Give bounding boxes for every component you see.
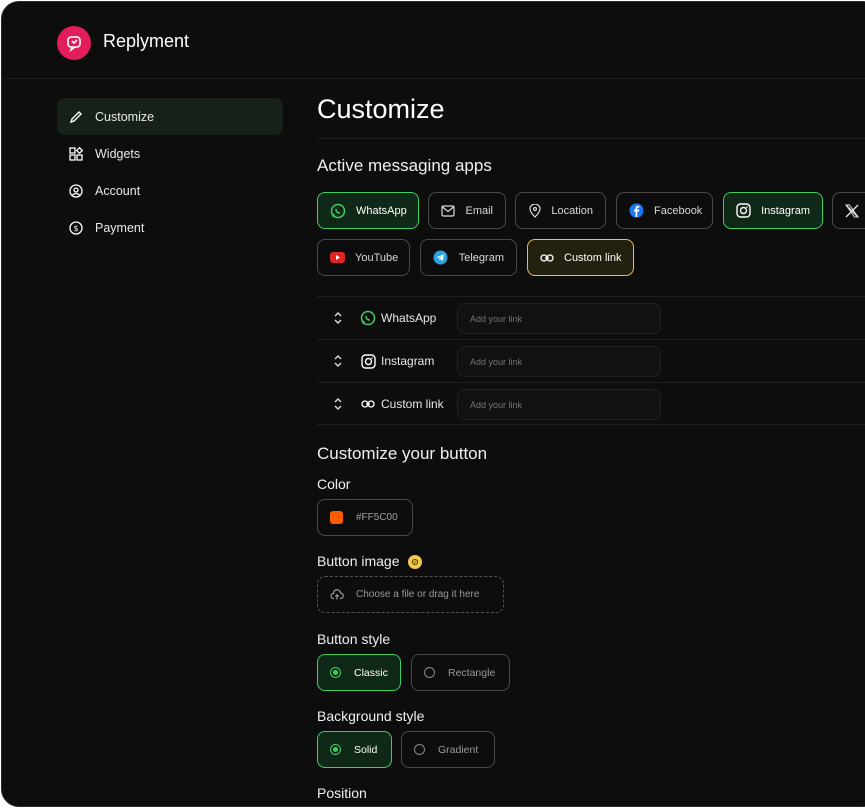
background-style-label: Background style — [317, 708, 425, 724]
instagram-link-input[interactable] — [457, 346, 661, 377]
youtube-icon — [330, 250, 345, 266]
color-picker[interactable]: #FF5C00 — [317, 499, 413, 536]
radio-indicator — [424, 667, 435, 678]
sidebar-item-label: Payment — [95, 220, 145, 235]
position-label: Position — [317, 785, 367, 801]
radio-gradient[interactable]: Gradient — [401, 731, 495, 768]
widgets-icon — [69, 146, 83, 161]
divider — [317, 138, 865, 139]
chip-email[interactable]: Email — [428, 192, 506, 229]
location-pin-icon — [528, 203, 541, 219]
chip-telegram[interactable]: Telegram — [420, 239, 517, 276]
whatsapp-icon — [330, 203, 346, 219]
sidebar-item-customize[interactable]: Customize — [57, 98, 283, 135]
svg-text:$: $ — [73, 224, 78, 233]
file-upload-dropzone[interactable]: Choose a file or drag it here — [317, 576, 504, 613]
color-swatch — [330, 511, 343, 524]
link-icon — [360, 396, 376, 412]
sidebar-item-payment[interactable]: $ Payment — [57, 209, 283, 246]
whatsapp-link-input[interactable] — [457, 303, 661, 334]
brand-name: Replyment — [103, 31, 190, 51]
logo-icon — [57, 26, 91, 60]
radio-rectangle[interactable]: Rectangle — [411, 654, 510, 691]
sidebar-item-widgets[interactable]: Widgets — [57, 135, 283, 172]
x-icon — [845, 203, 859, 219]
dollar-circle-icon: $ — [69, 220, 83, 235]
facebook-icon — [629, 203, 644, 219]
drag-sort-icon[interactable] — [333, 396, 343, 412]
app-window: Replyment Customize Widgets Account $ Pa… — [1, 1, 865, 807]
sidebar-item-label: Widgets — [95, 146, 141, 161]
radio-solid[interactable]: Solid — [317, 731, 392, 768]
radio-indicator — [414, 744, 425, 755]
link-icon — [540, 250, 554, 266]
custom-link-input[interactable] — [457, 389, 661, 420]
sidebar: Customize Widgets Account $ Payment — [57, 98, 283, 246]
chip-whatsapp[interactable]: WhatsApp — [317, 192, 419, 229]
radio-classic[interactable]: Classic — [317, 654, 401, 691]
whatsapp-icon — [360, 310, 376, 326]
instagram-icon — [360, 353, 376, 369]
link-row-label: Custom link — [381, 397, 444, 411]
drag-sort-icon[interactable] — [333, 353, 343, 369]
link-row-custom-link: Custom link — [317, 382, 865, 425]
pencil-icon — [69, 110, 83, 124]
top-bar: Replyment — [2, 2, 865, 79]
color-value: #FF5C00 — [356, 512, 398, 523]
section-heading-customize-button: Customize your button — [317, 444, 488, 463]
sidebar-item-account[interactable]: Account — [57, 172, 283, 209]
premium-badge-icon — [407, 555, 422, 570]
section-heading-active-apps: Active messaging apps — [317, 156, 492, 175]
chip-x[interactable] — [832, 192, 865, 229]
user-circle-icon — [69, 183, 83, 198]
button-style-label: Button style — [317, 631, 391, 647]
radio-indicator — [330, 667, 341, 678]
mail-icon — [441, 203, 455, 219]
chip-instagram[interactable]: Instagram — [723, 192, 823, 229]
telegram-icon — [433, 250, 449, 266]
chip-youtube[interactable]: YouTube — [317, 239, 410, 276]
instagram-icon — [736, 203, 751, 219]
drag-sort-icon[interactable] — [333, 310, 343, 326]
chip-custom-link[interactable]: Custom link — [527, 239, 634, 276]
link-row-instagram: Instagram — [317, 339, 865, 382]
page-title: Customize — [317, 94, 445, 124]
link-row-whatsapp: WhatsApp — [317, 296, 865, 339]
sidebar-item-label: Customize — [95, 109, 155, 124]
chip-facebook[interactable]: Facebook — [616, 192, 713, 229]
link-row-label: WhatsApp — [381, 311, 437, 325]
cloud-upload-icon — [330, 589, 344, 600]
upload-text: Choose a file or drag it here — [356, 589, 480, 600]
link-row-label: Instagram — [381, 354, 435, 368]
sidebar-item-label: Account — [95, 183, 141, 198]
radio-indicator — [330, 744, 341, 755]
chip-location[interactable]: Location — [515, 192, 606, 229]
color-label: Color — [317, 476, 351, 492]
button-image-label: Button image — [317, 553, 422, 570]
